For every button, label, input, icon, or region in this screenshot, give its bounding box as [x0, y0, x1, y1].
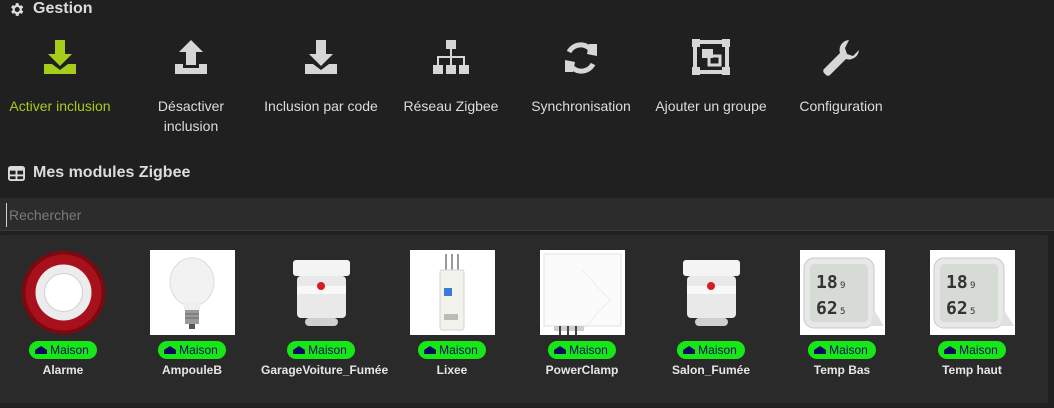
- activer-inclusion-label: Activer inclusion: [9, 98, 111, 114]
- configuration-label: Configuration: [799, 98, 883, 114]
- house-icon: [944, 346, 957, 354]
- synchronisation-label: Synchronisation: [531, 98, 631, 114]
- thermometer-icon: 18 9 62 5: [803, 257, 884, 329]
- room-badge: Maison: [808, 341, 876, 359]
- module-image: 18 9 62 5: [799, 250, 885, 335]
- module-name: Salon_Fumée: [671, 363, 751, 377]
- house-icon: [35, 346, 48, 354]
- gear-icon: [11, 2, 24, 16]
- room-badge: Maison: [677, 341, 745, 359]
- module-image: [409, 250, 495, 335]
- module-image: [21, 250, 106, 335]
- gestion-section-title: Gestion: [8, 0, 93, 18]
- upload-icon: [175, 40, 207, 74]
- room-badge: Maison: [938, 341, 1006, 359]
- gestion-actions: Activer inclusion Désactiver inclusion I…: [0, 36, 900, 146]
- reseau-zigbee-button[interactable]: Réseau Zigbee: [386, 36, 516, 116]
- module-card-temp-bas[interactable]: 18 9 62 5 Maison Temp Bas: [782, 250, 902, 377]
- room-badge: Maison: [158, 341, 226, 359]
- module-card-temp-haut[interactable]: 18 9 62 5 Maison Temp haut: [912, 250, 1032, 377]
- smoke-detector-icon: [292, 260, 350, 326]
- module-image: [279, 250, 364, 335]
- house-icon: [164, 346, 177, 354]
- svg-text:5: 5: [840, 307, 845, 317]
- wrench-icon: [823, 40, 859, 76]
- power-clamp-icon: [543, 253, 621, 335]
- module-image: 18 9 62 5: [929, 250, 1015, 335]
- download-icon: [44, 40, 76, 74]
- siren-icon: [21, 250, 105, 335]
- sitemap-icon: [433, 40, 469, 74]
- module-image: [669, 250, 754, 335]
- modules-title-text: Mes modules Zigbee: [33, 164, 191, 181]
- activer-inclusion-button[interactable]: Activer inclusion: [0, 36, 125, 116]
- ajouter-groupe-label: Ajouter un groupe: [655, 98, 767, 114]
- sync-icon: [565, 42, 597, 74]
- thermometer-icon: 18 9 62 5: [933, 257, 1014, 329]
- module-name: Temp haut: [942, 363, 1002, 377]
- svg-text:62: 62: [816, 298, 838, 319]
- module-card-ampouleb[interactable]: Maison AmpouleB: [132, 250, 252, 377]
- house-icon: [424, 346, 437, 354]
- search-input[interactable]: [6, 203, 1041, 227]
- module-name: GarageVoiture_Fumée: [261, 363, 389, 377]
- svg-text:18: 18: [816, 272, 838, 293]
- module-name: Alarme: [42, 363, 84, 377]
- desactiver-inclusion-label: Désactiver inclusion: [157, 98, 225, 134]
- module-name: Temp Bas: [813, 363, 871, 377]
- modules-panel: Maison Alarme Maison AmpouleB Maison Gar…: [0, 235, 1048, 403]
- module-card-garagevoiture-fumee[interactable]: Maison GarageVoiture_Fumée: [261, 250, 389, 377]
- module-card-powerclamp[interactable]: Maison PowerClamp: [522, 250, 642, 377]
- svg-text:5: 5: [970, 307, 975, 317]
- room-badge: Maison: [548, 341, 616, 359]
- room-badge: Maison: [418, 341, 486, 359]
- smoke-detector-icon: [682, 260, 740, 326]
- download-code-icon: [305, 40, 337, 74]
- lixee-module-icon: [439, 254, 464, 331]
- module-image: [149, 250, 235, 335]
- module-name: PowerClamp: [545, 363, 619, 377]
- search-bar: [0, 198, 1054, 231]
- configuration-button[interactable]: Configuration: [776, 36, 906, 116]
- modules-section-title: Mes modules Zigbee: [8, 164, 190, 182]
- module-card-alarme[interactable]: Maison Alarme: [3, 250, 123, 377]
- house-icon: [814, 346, 827, 354]
- module-name: Lixee: [436, 363, 468, 377]
- inclusion-par-code-button[interactable]: Inclusion par code: [256, 36, 386, 116]
- svg-text:9: 9: [970, 281, 975, 291]
- gestion-title-text: Gestion: [33, 0, 93, 17]
- module-name: AmpouleB: [162, 363, 222, 377]
- room-badge: Maison: [287, 341, 355, 359]
- table-icon: [8, 165, 25, 181]
- bulb-icon: [169, 257, 214, 329]
- house-icon: [293, 346, 306, 354]
- module-card-lixee[interactable]: Maison Lixee: [392, 250, 512, 377]
- svg-text:9: 9: [840, 281, 845, 291]
- module-card-salon-fumee[interactable]: Maison Salon_Fumée: [651, 250, 771, 377]
- inclusion-par-code-label: Inclusion par code: [264, 98, 378, 114]
- svg-text:18: 18: [946, 272, 968, 293]
- object-group-icon: [692, 39, 730, 75]
- synchronisation-button[interactable]: Synchronisation: [516, 36, 646, 116]
- ajouter-groupe-button[interactable]: Ajouter un groupe: [646, 36, 776, 116]
- house-icon: [683, 346, 696, 354]
- house-icon: [554, 346, 567, 354]
- reseau-zigbee-label: Réseau Zigbee: [403, 98, 499, 114]
- room-badge: Maison: [29, 341, 97, 359]
- svg-text:62: 62: [946, 298, 968, 319]
- module-image: [539, 250, 625, 335]
- desactiver-inclusion-button[interactable]: Désactiver inclusion: [126, 36, 256, 136]
